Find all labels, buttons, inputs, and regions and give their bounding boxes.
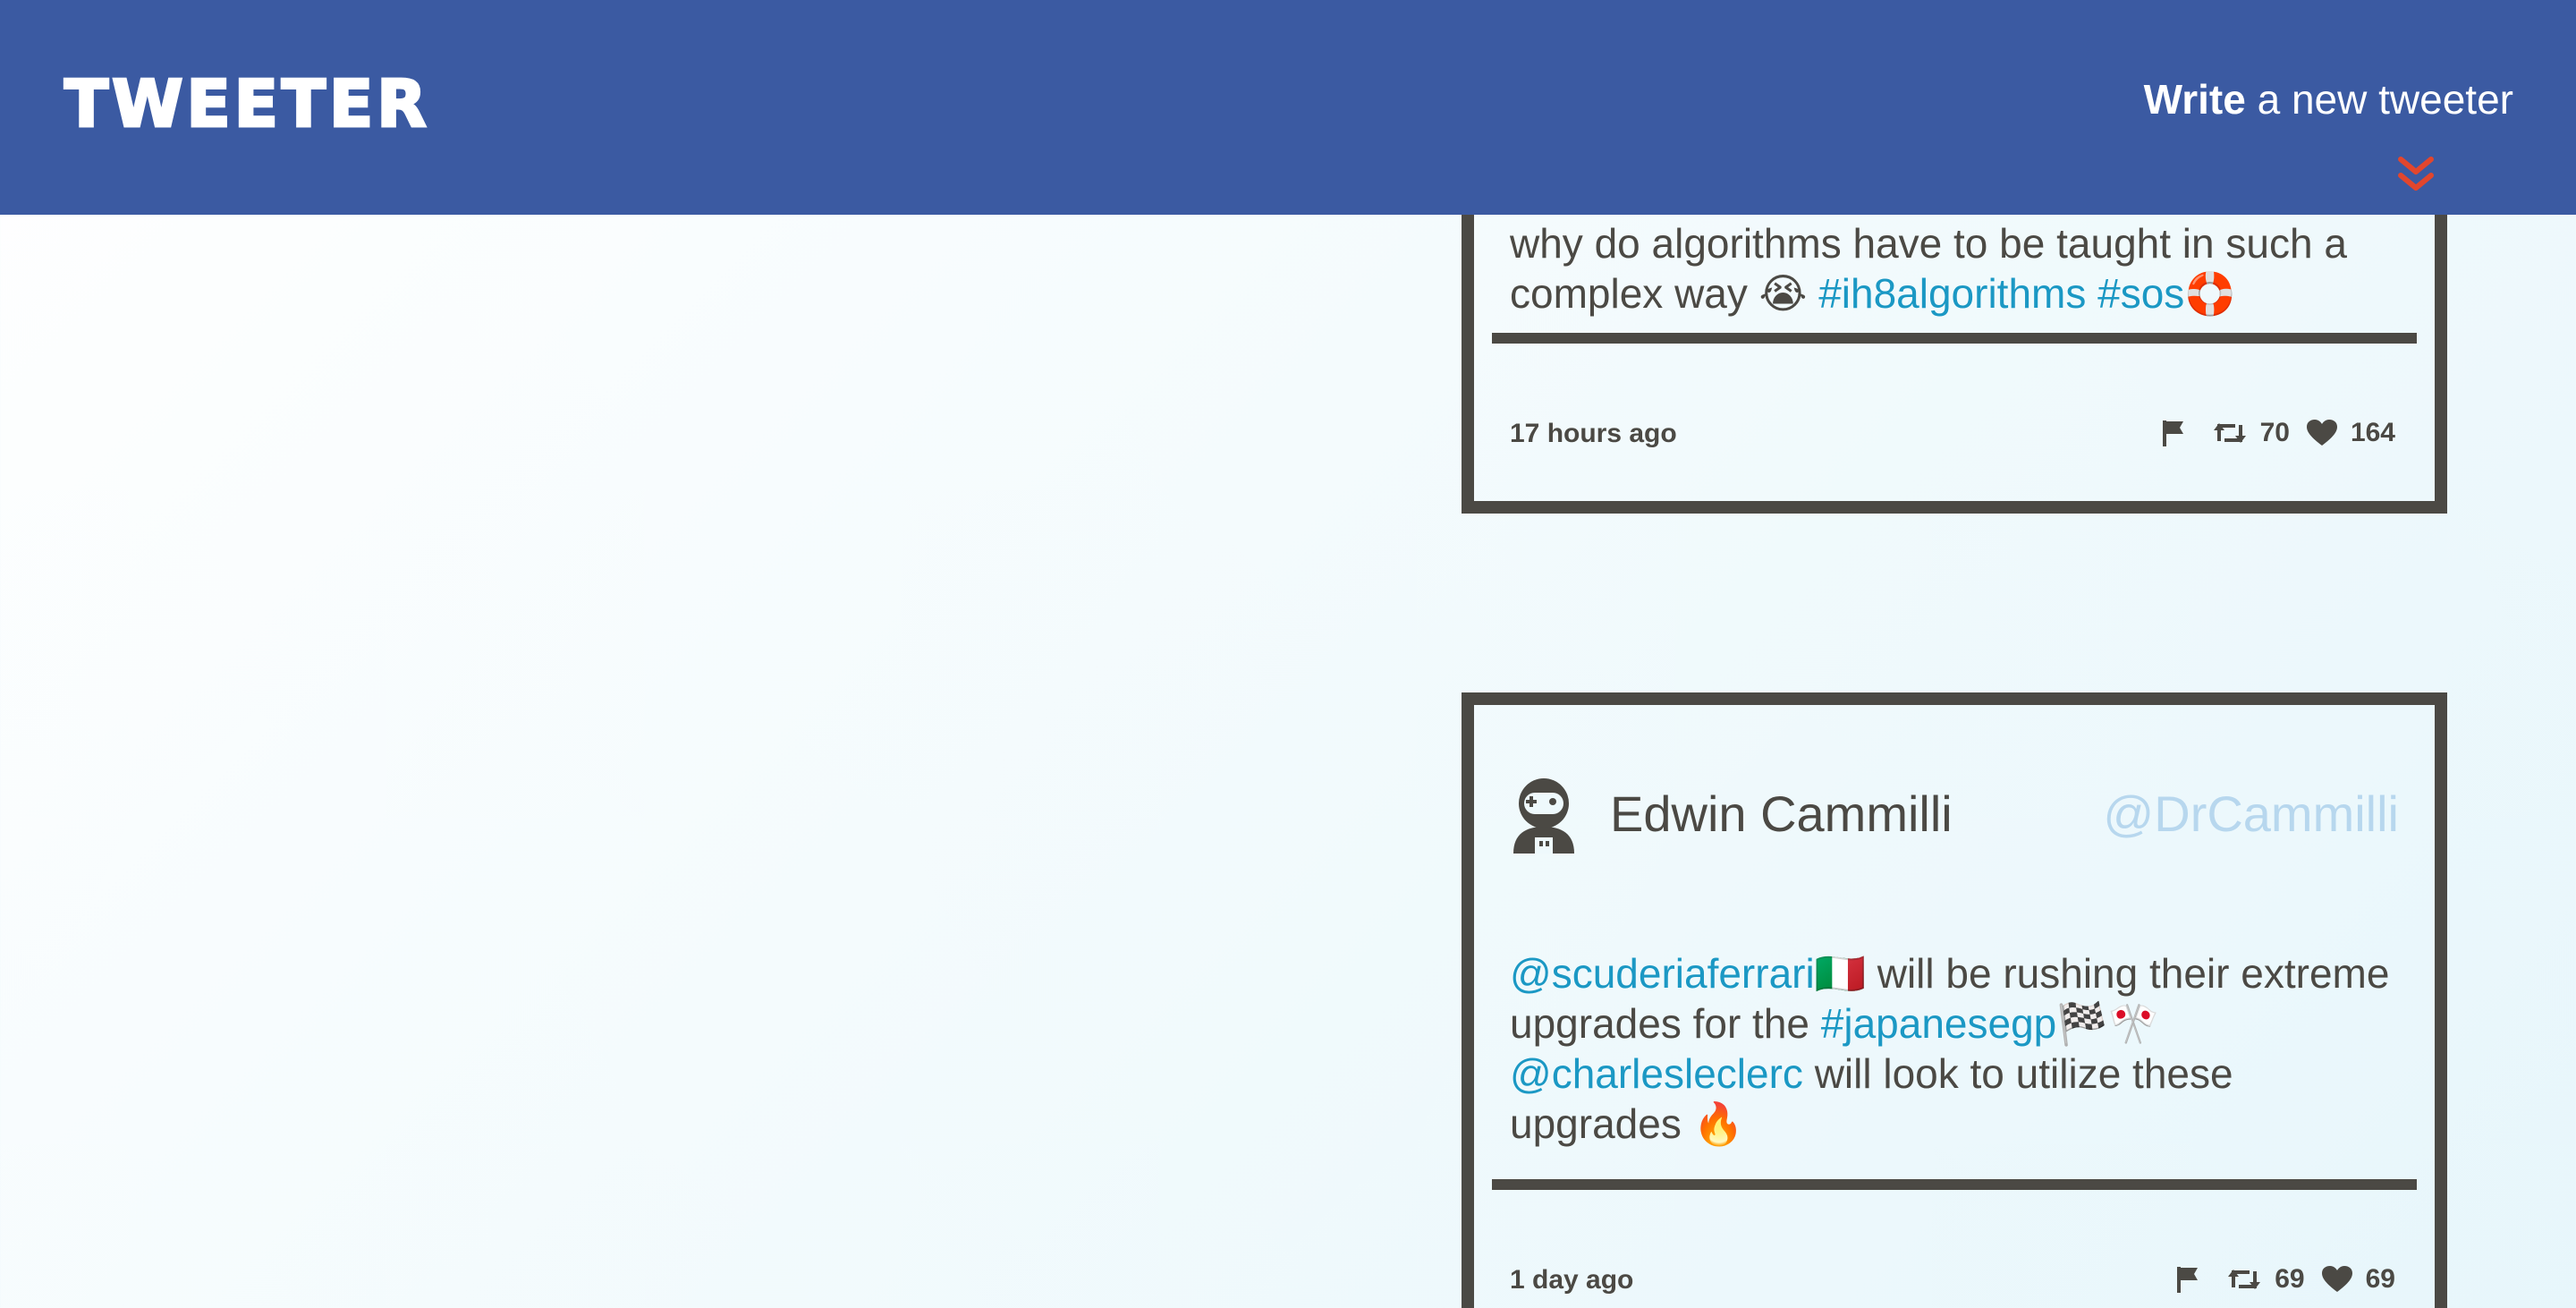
tweet-body-text: 🛟 bbox=[2184, 270, 2236, 317]
tweet-actions: 69 69 bbox=[2173, 1261, 2399, 1297]
write-new-tweet-button[interactable]: Write a new tweeter bbox=[2144, 79, 2513, 120]
flag-icon[interactable] bbox=[2173, 1264, 2203, 1295]
heart-icon[interactable] bbox=[2306, 419, 2338, 447]
tweet-body-link[interactable]: #sos bbox=[2097, 270, 2184, 317]
tweet-body-link[interactable]: @scuderiaferrari bbox=[1510, 950, 1815, 997]
tweet-header: Edwin Cammilli @DrCammilli bbox=[1510, 777, 2399, 857]
tweet-body-text bbox=[2086, 270, 2097, 317]
tweet-divider bbox=[1492, 333, 2417, 344]
tweet-footer: 1 day ago 69 69 bbox=[1510, 1261, 2399, 1297]
top-nav: TWEETER Write a new tweeter bbox=[0, 0, 2576, 215]
retweet-icon[interactable] bbox=[2212, 418, 2248, 448]
like-count: 164 bbox=[2350, 418, 2395, 447]
heart-icon[interactable] bbox=[2321, 1265, 2353, 1294]
flag-icon[interactable] bbox=[2158, 418, 2189, 448]
tweet-footer: 17 hours ago 70 164 bbox=[1510, 415, 2399, 451]
double-chevron-down-icon[interactable] bbox=[2395, 154, 2436, 195]
tweet-body-link[interactable]: #japanesegp bbox=[1821, 1000, 2056, 1047]
tweet-author-handle: @DrCammilli bbox=[2103, 786, 2399, 842]
astronaut-avatar-icon bbox=[1513, 778, 1574, 854]
tweet-actions: 70 164 bbox=[2158, 415, 2399, 451]
tweet-divider bbox=[1492, 1179, 2417, 1190]
tweet-body: @scuderiaferrari🇮🇹 will be rushing their… bbox=[1510, 948, 2399, 1149]
tweet-timestamp: 1 day ago bbox=[1510, 1265, 1634, 1295]
tweet-body-link[interactable]: @charlesleclerc bbox=[1510, 1050, 1803, 1097]
retweet-count: 69 bbox=[2275, 1264, 2305, 1294]
tweet-body-text: 🏁🎌 bbox=[2056, 1000, 2159, 1047]
retweet-icon[interactable] bbox=[2226, 1264, 2262, 1295]
retweet-count: 70 bbox=[2259, 418, 2290, 447]
like-count: 69 bbox=[2365, 1264, 2395, 1294]
compose-label-rest: a new tweeter bbox=[2245, 76, 2513, 123]
compose-label-strong: Write bbox=[2143, 76, 2246, 123]
tweet-timestamp: 17 hours ago bbox=[1510, 419, 1677, 448]
tweet-body-link[interactable]: #ih8algorithms bbox=[1818, 270, 2086, 317]
brand-logo[interactable]: TWEETER bbox=[64, 71, 430, 138]
tweet-body: why do algorithms have to be taught in s… bbox=[1510, 218, 2399, 319]
tweet-card: Edwin Cammilli @DrCammilli @scuderiaferr… bbox=[1462, 692, 2447, 1308]
tweet-author-name: Edwin Cammilli bbox=[1610, 786, 1953, 842]
